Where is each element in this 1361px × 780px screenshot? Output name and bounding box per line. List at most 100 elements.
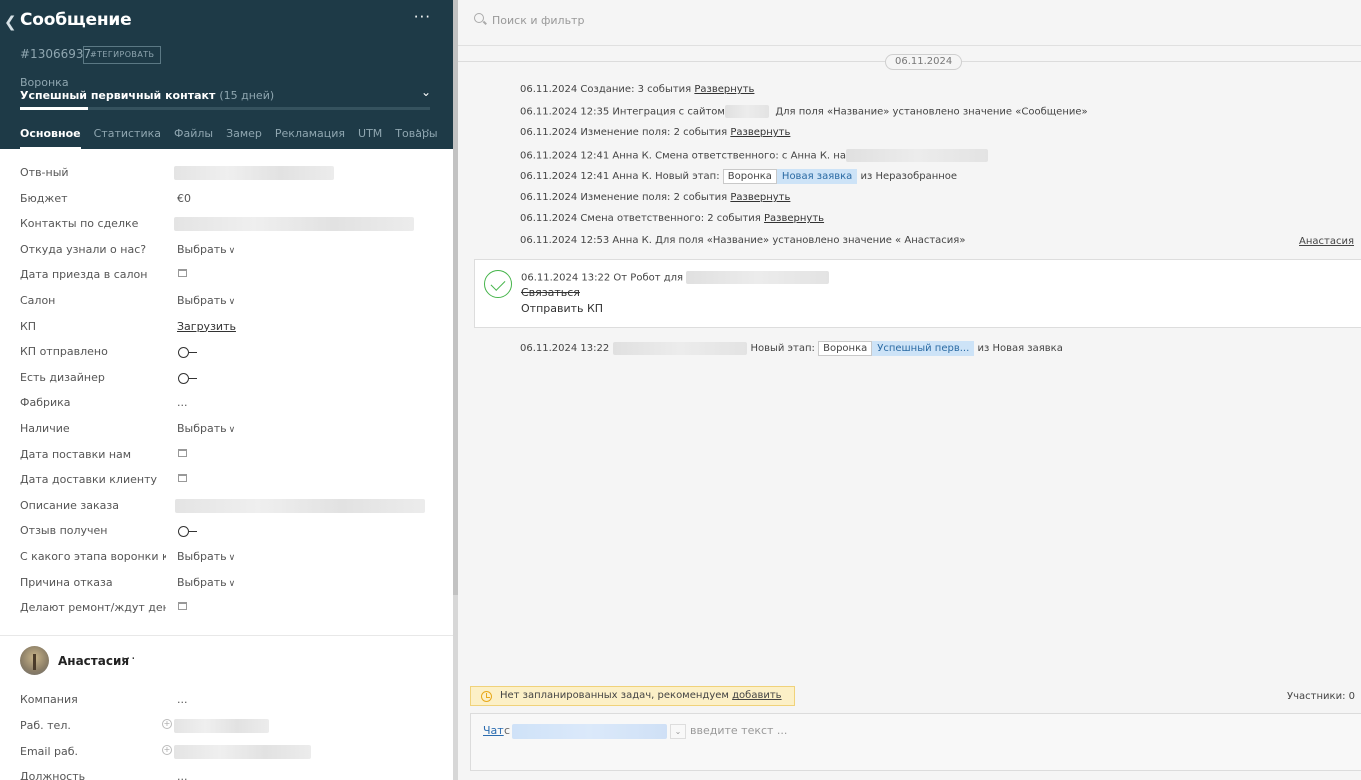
tab-4[interactable]: Рекламация <box>275 127 345 149</box>
expand-link[interactable]: Развернуть <box>730 127 790 138</box>
expand-link[interactable]: Развернуть <box>764 213 824 224</box>
field-row: Дата поставки нам <box>0 442 453 468</box>
redacted-value[interactable] <box>175 498 425 513</box>
contact-field-label: Должность <box>20 770 86 780</box>
field-label: Причина отказа <box>20 575 113 589</box>
field-label: Дата приезда в салон <box>20 268 148 282</box>
feed-event: 06.11.2024 Создание: 3 события Развернут… <box>520 84 754 95</box>
contact-name[interactable]: Анастасия <box>58 654 129 668</box>
tab-2[interactable]: Файлы <box>174 127 213 149</box>
field-value[interactable]: €0 <box>177 192 191 205</box>
no-tasks-text: Нет запланированных задач, рекомендуем <box>500 690 729 701</box>
feed-panel: Поиск и фильтр 06.11.2024 06.11.2024 Соз… <box>458 0 1361 780</box>
chat-composer[interactable]: Чат с ⌄ введите текст ... <box>470 713 1361 771</box>
field-label: КП <box>20 319 37 333</box>
plus-icon[interactable]: + <box>162 745 172 755</box>
participants-count[interactable]: Участники: 0 <box>1287 691 1355 702</box>
add-task-link[interactable]: добавить <box>732 690 781 701</box>
back-arrow-icon[interactable]: ❮ <box>4 13 17 31</box>
search-bar[interactable]: Поиск и фильтр <box>458 0 1361 46</box>
expand-link[interactable]: Развернуть <box>694 84 754 95</box>
stage-chip[interactable]: Новая заявка <box>776 169 858 184</box>
feed-event: 06.11.2024 Изменение поля: 2 события Раз… <box>520 192 790 203</box>
tab-3[interactable]: Замер <box>226 127 262 149</box>
calendar-icon[interactable] <box>178 448 187 457</box>
field-label: Дата доставки клиенту <box>20 473 157 487</box>
field-row: Описание заказа <box>0 493 453 519</box>
field-label: Наличие <box>20 421 70 435</box>
contact-field-value[interactable]: ... <box>177 770 188 780</box>
event-text: 06.11.2024 13:22 <box>520 343 610 354</box>
chevron-down-icon: ∨ <box>228 552 236 563</box>
event-text: 06.11.2024 Смена ответственного: 2 событ… <box>520 213 761 224</box>
field-value[interactable]: ... <box>177 396 188 409</box>
stage-chip[interactable]: Успешный перв... <box>872 341 975 356</box>
field-row: Отзыв получен <box>0 518 453 544</box>
event-text: 06.11.2024 12:35 Интеграция с сайтом <box>520 106 725 118</box>
expand-link[interactable]: Развернуть <box>730 192 790 203</box>
chevron-down-icon[interactable]: ⌄ <box>670 724 686 739</box>
contact-field-label: Компания <box>20 693 78 706</box>
contact-more-icon[interactable]: ··· <box>121 652 136 667</box>
stage-selector[interactable]: Успешный первичный контакт (15 дней) <box>20 89 274 102</box>
field-label: Отзыв получен <box>20 524 108 538</box>
field-value-text: Выбрать <box>177 575 227 589</box>
chevron-down-icon: ∨ <box>228 424 236 435</box>
lead-fields: Отв-ный Бюджет €0 Контакты по сделке Откуда … <box>0 160 453 621</box>
upload-link[interactable]: Загрузить <box>177 320 236 333</box>
task-card: 06.11.2024 13:22 От Робот для Связаться … <box>474 259 1361 328</box>
avatar[interactable] <box>20 646 49 675</box>
calendar-icon[interactable] <box>178 602 187 611</box>
field-select[interactable]: Выбрать ∨ <box>177 294 235 307</box>
tab-1[interactable]: Статистика <box>94 127 161 149</box>
search-icon <box>474 13 484 23</box>
field-label: Дата поставки нам <box>20 447 132 461</box>
contact-field-value[interactable]: ... <box>177 693 188 706</box>
field-value-text: Выбрать <box>177 421 227 435</box>
event-text: 06.11.2024 12:41 Анна К. Смена ответстве… <box>520 150 846 162</box>
task-done-text: Связаться <box>521 286 580 299</box>
field-label: Откуда узнали о нас? <box>20 242 147 256</box>
toggle-switch[interactable] <box>178 347 197 359</box>
chat-recipient[interactable] <box>512 724 667 739</box>
field-row: Причина отказа Выбрать ∨ <box>0 570 453 596</box>
redacted-value[interactable] <box>174 719 269 733</box>
redacted-text <box>686 271 830 284</box>
lead-title[interactable]: Сообщение <box>20 10 132 30</box>
clock-icon <box>481 690 492 702</box>
lead-card-panel: ❮ Сообщение ··· #13066937 #ТЕГИРОВАТЬ Во… <box>0 0 453 780</box>
field-value-text: Выбрать <box>177 242 227 256</box>
tab-0[interactable]: Основное <box>20 127 81 149</box>
chat-input[interactable]: введите текст ... <box>690 724 787 737</box>
calendar-icon[interactable] <box>178 269 187 278</box>
calendar-icon[interactable] <box>178 474 187 483</box>
contact-link[interactable]: Анастасия <box>1299 236 1354 247</box>
contact-row: Должность... <box>0 764 453 780</box>
redacted-value[interactable] <box>174 217 414 232</box>
toggle-switch[interactable] <box>178 526 197 538</box>
field-value-text: Выбрать <box>177 549 227 563</box>
search-input[interactable]: Поиск и фильтр <box>492 14 584 27</box>
tab-5[interactable]: UTM <box>358 127 382 149</box>
tag-button[interactable]: #ТЕГИРОВАТЬ <box>83 46 162 64</box>
chat-type-link[interactable]: Чат <box>483 724 504 737</box>
field-select[interactable]: Выбрать ∨ <box>177 422 235 435</box>
redacted-value[interactable] <box>174 166 334 180</box>
more-menu-icon[interactable]: ··· <box>414 8 431 26</box>
redacted-value[interactable] <box>174 745 311 759</box>
field-row: Дата доставки клиенту <box>0 467 453 493</box>
check-circle-icon[interactable] <box>484 270 512 298</box>
pipeline-chip[interactable]: Воронка <box>722 169 777 184</box>
field-select[interactable]: Выбрать ∨ <box>177 550 235 563</box>
field-select[interactable]: Выбрать ∨ <box>177 243 235 256</box>
redacted-text <box>613 341 748 355</box>
chevron-down-icon[interactable]: ⌄ <box>421 85 431 99</box>
pipeline-chip[interactable]: Воронка <box>818 341 873 356</box>
tabs-more-icon[interactable]: ··· <box>416 124 431 139</box>
field-row: Контакты по сделке <box>0 211 453 237</box>
toggle-switch[interactable] <box>178 372 197 384</box>
tab-bar: Основное Статистика Файлы Замер Рекламация UT… <box>20 127 438 149</box>
field-select[interactable]: Выбрать ∨ <box>177 576 235 589</box>
field-row: КП Загрузить <box>0 314 453 340</box>
plus-icon[interactable]: + <box>162 719 172 729</box>
